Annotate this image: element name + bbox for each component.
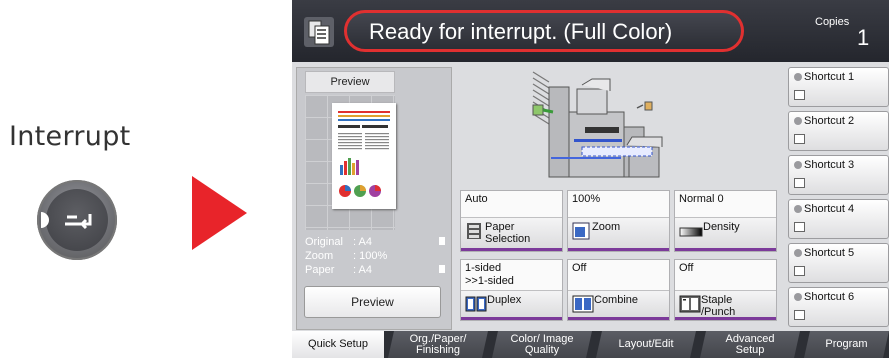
zoom-icon bbox=[572, 222, 590, 240]
preview-title: Preview bbox=[305, 71, 395, 93]
combine-icon bbox=[572, 295, 594, 313]
zoom-key[interactable]: 100% Zoom bbox=[567, 190, 670, 252]
hand-pointer-icon bbox=[794, 178, 805, 188]
zoom-value: 100% bbox=[572, 193, 601, 205]
info-original: Original: A4 bbox=[305, 236, 445, 248]
shortcut-6-button[interactable]: Shortcut 6 bbox=[788, 287, 889, 327]
interrupt-key-button[interactable] bbox=[37, 180, 117, 260]
info-paper: Paper: A4 bbox=[305, 264, 445, 276]
tab-color-image-quality[interactable]: Color/ Image Quality bbox=[492, 331, 592, 358]
density-key[interactable]: Normal 0 Density bbox=[674, 190, 777, 252]
interrupt-label: Interrupt bbox=[9, 121, 131, 152]
staple-punch-label: Staple /Punch bbox=[701, 294, 736, 318]
status-message-text: Ready for interrupt. (Full Color) bbox=[369, 19, 673, 44]
shortcut-5-button[interactable]: Shortcut 5 bbox=[788, 243, 889, 283]
document-stack-icon[interactable] bbox=[302, 15, 336, 49]
paper-value: Auto bbox=[465, 193, 488, 205]
arrow-right-icon bbox=[192, 176, 247, 250]
duplex-key[interactable]: 1-sided >>1-sided Duplex bbox=[460, 259, 563, 321]
shortcut-2-button[interactable]: Shortcut 2 bbox=[788, 111, 889, 151]
copies-value: 1 bbox=[857, 25, 870, 50]
hand-pointer-icon bbox=[794, 266, 805, 276]
duplex-icon bbox=[465, 296, 487, 312]
tab-advanced-setup[interactable]: Advanced Setup bbox=[700, 331, 800, 358]
preview-button[interactable]: Preview bbox=[304, 286, 441, 318]
tab-quick-setup[interactable]: Quick Setup bbox=[292, 331, 384, 358]
hand-pointer-icon bbox=[794, 90, 805, 100]
status-message: Ready for interrupt. (Full Color) bbox=[344, 10, 744, 52]
preview-page-thumbnail bbox=[332, 103, 396, 209]
tab-bar: Quick Setup Org./Paper/ Finishing Color/… bbox=[292, 331, 889, 358]
tab-layout-edit[interactable]: Layout/Edit bbox=[596, 331, 696, 358]
combine-value: Off bbox=[572, 262, 587, 274]
preview-pane: Preview Original: A4 Zoom: 100% Paper … bbox=[296, 67, 452, 330]
staple-icon bbox=[679, 295, 701, 313]
machine-illustration bbox=[532, 71, 663, 178]
density-label: Density bbox=[703, 221, 740, 233]
shortcut-4-button[interactable]: Shortcut 4 bbox=[788, 199, 889, 239]
duplex-value: 1-sided >>1-sided bbox=[465, 262, 514, 287]
paper-selection-key[interactable]: Auto Paper Selection bbox=[460, 190, 563, 252]
interrupt-arrow-icon bbox=[41, 212, 92, 230]
density-bar-icon bbox=[679, 227, 703, 237]
combine-key[interactable]: Off Combine bbox=[567, 259, 670, 321]
shortcut-1-button[interactable]: Shortcut 1 bbox=[788, 67, 889, 107]
paper-selection-label: Paper Selection bbox=[485, 221, 531, 245]
tab-org-paper-finishing[interactable]: Org./Paper/ Finishing bbox=[388, 331, 488, 358]
combine-label: Combine bbox=[594, 294, 639, 306]
hand-pointer-icon bbox=[794, 222, 805, 232]
tab-program[interactable]: Program bbox=[804, 331, 889, 358]
hand-pointer-icon bbox=[794, 310, 805, 320]
staple-value: Off bbox=[679, 262, 694, 274]
staple-punch-key[interactable]: Off Staple /Punch bbox=[674, 259, 777, 321]
copies-label: Copies bbox=[815, 16, 850, 28]
duplex-label: Duplex bbox=[487, 294, 522, 306]
hand-pointer-icon bbox=[794, 134, 805, 144]
density-value: Normal 0 bbox=[679, 193, 724, 205]
zoom-label: Zoom bbox=[592, 221, 621, 233]
shortcut-3-button[interactable]: Shortcut 3 bbox=[788, 155, 889, 195]
top-status-bar: Ready for interrupt. (Full Color) Copies… bbox=[292, 0, 889, 62]
paper-tray-icon bbox=[467, 223, 481, 239]
info-zoom: Zoom: 100% bbox=[305, 250, 388, 262]
operation-panel: Ready for interrupt. (Full Color) Copies… bbox=[292, 0, 889, 358]
